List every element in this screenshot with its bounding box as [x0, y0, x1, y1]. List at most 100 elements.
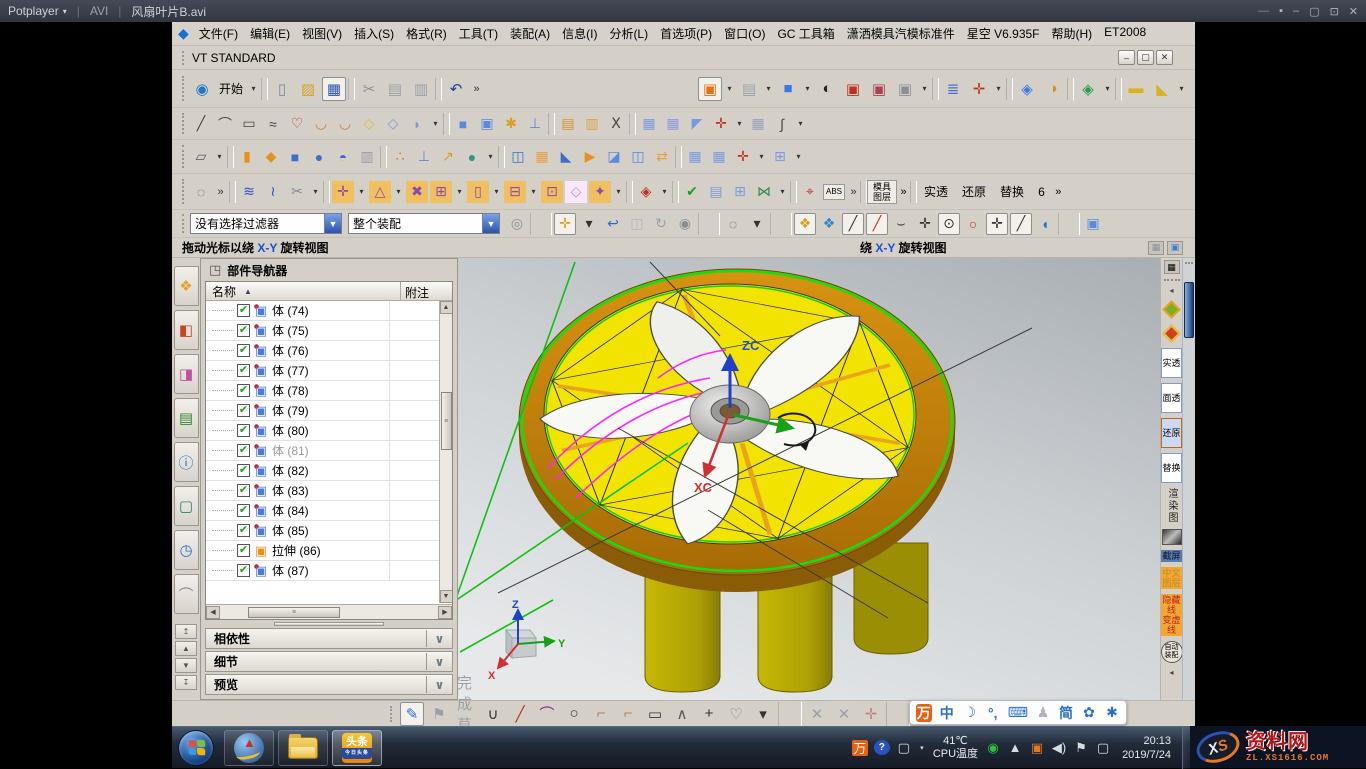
tree-row[interactable]: ✔ ▣ 体 (75) — [206, 321, 439, 341]
grid-mini-icon[interactable]: ▦ — [1164, 260, 1180, 274]
snap-point-icon[interactable]: ✛ — [986, 213, 1008, 235]
snap-point-icon[interactable]: ╱ — [842, 213, 864, 235]
toolbar-icon[interactable] — [227, 146, 234, 168]
tree-row[interactable]: ✔ ▣ 体 (87) — [206, 561, 439, 581]
menu-item[interactable]: 分析(L) — [603, 23, 654, 44]
toolbar-icon[interactable]: ⊞ — [769, 146, 791, 168]
toolbar-icon[interactable]: ▱ — [190, 146, 212, 168]
display-mode-button[interactable]: 实透 — [917, 183, 955, 200]
toolbar-icon[interactable]: ✛ — [732, 146, 754, 168]
snap-point-icon[interactable]: ▾ — [578, 213, 600, 235]
menu-item[interactable]: 窗口(O) — [718, 23, 771, 44]
tree-horizontal-scrollbar[interactable]: ◀ ≡ ▶ — [206, 604, 452, 619]
toolbar-icon[interactable]: ♡ — [286, 113, 308, 135]
toolbar-icon[interactable]: ▥ — [409, 77, 433, 101]
toolbar-icon[interactable] — [1006, 78, 1013, 100]
toolbar-icon[interactable]: ▾ — [613, 181, 624, 203]
resource-tab-icon[interactable]: ◷ — [174, 530, 199, 570]
column-name[interactable]: 名称▲ — [206, 282, 400, 300]
resource-tab-icon[interactable]: ◨ — [174, 354, 199, 394]
checkbox-icon[interactable]: ✔ — [237, 344, 250, 357]
collapse-left-icon[interactable]: ◂ — [1169, 668, 1173, 677]
checkbox-icon[interactable]: ✔ — [237, 444, 250, 457]
checkbox-icon[interactable]: ✔ — [237, 404, 250, 417]
display-mode-button[interactable]: 还原 — [955, 183, 993, 200]
toolbar-icon[interactable]: ▾ — [659, 181, 670, 203]
tray-icon[interactable]: ▢ — [1095, 740, 1111, 756]
toolbar-icon[interactable]: ▾ — [993, 77, 1004, 101]
sketch-tool-icon[interactable]: ✎ — [400, 702, 424, 726]
toolbar-icon[interactable]: ▾ — [430, 113, 441, 135]
tray-icon[interactable]: ? — [874, 740, 890, 755]
toolbar-icon[interactable]: ▾ — [795, 113, 806, 135]
toolbar-icon[interactable]: ⌒ — [214, 113, 236, 135]
toolbar-icon[interactable]: ⌖ — [799, 181, 821, 203]
toolbar-icon[interactable]: ✦ — [589, 181, 611, 203]
toolbar-icon[interactable]: ◇ — [358, 113, 380, 135]
resource-tab-icon[interactable]: ▢ — [174, 486, 199, 526]
menu-item[interactable]: 首选项(P) — [654, 23, 718, 44]
scroll-button[interactable]: ▲ — [175, 641, 197, 656]
status-mini-icon[interactable]: ▦ — [1148, 241, 1164, 255]
scroll-down-icon[interactable]: ▼ — [440, 590, 453, 603]
checkbox-icon[interactable]: ✔ — [237, 464, 250, 477]
toolbar-icon[interactable]: ◪ — [603, 146, 625, 168]
ime-icon[interactable]: 简 — [1058, 704, 1074, 722]
toolbar-icon[interactable] — [443, 113, 450, 135]
toolbar-icon[interactable]: ⋈ — [753, 181, 775, 203]
toolbar-icon[interactable] — [261, 78, 268, 100]
snap-point-icon[interactable]: ◉ — [674, 213, 696, 235]
toolbar-icon[interactable]: ▥ — [581, 113, 603, 135]
chevron-down-icon[interactable]: ∨ — [426, 653, 452, 670]
snap-point-icon[interactable]: ↻ — [650, 213, 672, 235]
sketch-tool-icon[interactable]: ╱ — [508, 702, 532, 726]
tray-icon[interactable]: ▣ — [1029, 740, 1045, 756]
toolbar-icon[interactable]: ✛ — [967, 77, 991, 101]
toolbar-icon[interactable] — [1067, 78, 1074, 100]
replace-button[interactable]: 替换 — [1161, 453, 1182, 483]
display-mode-button[interactable]: 6 — [1031, 185, 1052, 199]
toolbar-icon[interactable]: ■ — [452, 113, 474, 135]
ime-icon[interactable]: ✱ — [1104, 704, 1120, 722]
toolbar-icon[interactable] — [229, 181, 236, 203]
toolbar-icon[interactable]: ABS — [823, 184, 845, 200]
toolbar-icon[interactable]: ▾ — [763, 77, 774, 101]
toolbar-icon[interactable]: ◇ — [565, 181, 587, 203]
sketch-tool-icon[interactable]: ▾ — [751, 702, 775, 726]
toolbar-icon[interactable]: ✛ — [332, 181, 354, 203]
toolbar-icon[interactable] — [348, 78, 355, 100]
toolbar-icon[interactable]: ▾ — [793, 146, 804, 168]
toolbar-icon[interactable]: ▦ — [322, 77, 346, 101]
toolbar-icon[interactable]: ✛ — [710, 113, 732, 135]
snap-point-icon[interactable]: ▣ — [1082, 213, 1104, 235]
viewport-scrollbar[interactable] — [1182, 258, 1195, 700]
tray-icon[interactable]: ▲ — [1007, 740, 1023, 756]
window-control-icon[interactable]: ▪ — [1279, 5, 1283, 17]
sketch-tool-icon[interactable] — [886, 702, 910, 726]
toolbar-icon[interactable]: ⊞ — [430, 181, 452, 203]
tray-icon[interactable]: ◀) — [1051, 740, 1067, 756]
toolbar-icon[interactable]: ◈ — [1076, 77, 1100, 101]
toolbar-icon[interactable]: ▾ — [454, 181, 465, 203]
scroll-right-icon[interactable]: ▶ — [438, 606, 452, 619]
selection-filter-dropdown[interactable]: 没有选择过滤器 ▼ — [190, 213, 342, 234]
checkbox-icon[interactable]: ✔ — [237, 384, 250, 397]
tree-vertical-scrollbar[interactable]: ▲ ≡ ▼ — [439, 301, 452, 603]
scroll-button[interactable]: ↥ — [175, 624, 197, 639]
toolbar-icon[interactable]: ● — [461, 146, 483, 168]
tray-icon[interactable]: 万 — [852, 740, 868, 756]
potplayer-menu[interactable]: Potplayer — [8, 4, 59, 18]
checkbox-icon[interactable]: ✔ — [237, 484, 250, 497]
toolbar-icon[interactable]: ▭ — [238, 113, 260, 135]
toolbar-icon[interactable]: ◤ — [686, 113, 708, 135]
checkbox-icon[interactable]: ✔ — [237, 324, 250, 337]
toolbar-icon[interactable]: ◣ — [1150, 77, 1174, 101]
sketch-tool-icon[interactable]: ♡ — [724, 702, 748, 726]
toolbar-icon[interactable]: ◫ — [507, 146, 529, 168]
menu-item[interactable]: 信息(I) — [556, 23, 603, 44]
toolbar-icon[interactable]: ◆ — [260, 146, 282, 168]
snap-point-icon[interactable] — [530, 213, 552, 235]
toolbar-icon[interactable]: ▾ — [214, 146, 225, 168]
clock[interactable]: 20:132019/7/24 — [1122, 734, 1171, 762]
overflow-icon[interactable]: » — [897, 181, 910, 203]
